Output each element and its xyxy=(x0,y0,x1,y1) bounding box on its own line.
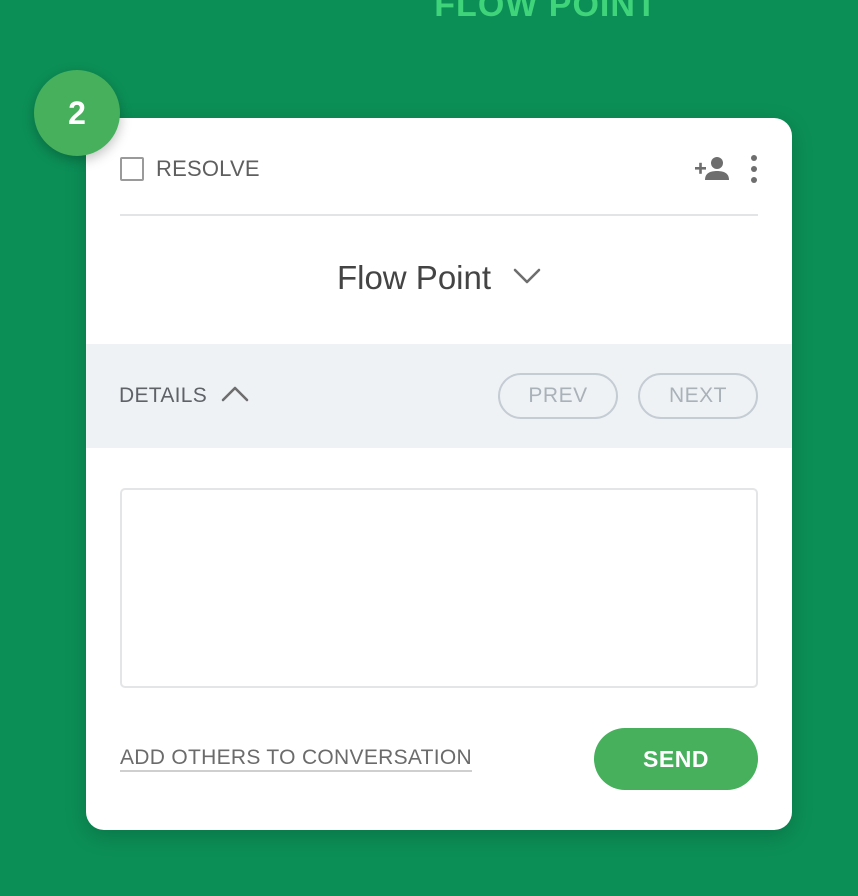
point-title: Flow Point xyxy=(336,259,492,296)
prev-button[interactable]: PREV xyxy=(498,373,618,419)
add-person-icon[interactable] xyxy=(694,155,730,183)
comment-card: RESOLVE Flow Point DETAILS PREV NEXT ADD… xyxy=(86,118,792,830)
resolve-checkbox[interactable] xyxy=(120,157,144,181)
details-toggle[interactable]: DETAILS xyxy=(119,384,249,408)
message-input[interactable] xyxy=(120,488,758,688)
header-actions xyxy=(694,154,758,184)
next-button[interactable]: NEXT xyxy=(638,373,758,419)
page-header-title: FLOW POINT xyxy=(434,0,658,24)
nav-buttons: PREV NEXT xyxy=(498,373,758,419)
resolve-label: RESOLVE xyxy=(156,156,260,181)
details-label: DETAILS xyxy=(119,384,208,407)
chevron-up-icon xyxy=(221,385,249,408)
send-button[interactable]: SEND xyxy=(594,728,758,790)
details-bar: DETAILS PREV NEXT xyxy=(86,344,792,448)
point-title-dropdown[interactable]: Flow Point xyxy=(86,248,792,308)
add-others-link[interactable]: ADD OTHERS TO CONVERSATION xyxy=(120,746,472,770)
chevron-down-icon xyxy=(513,267,541,290)
step-number-badge: 2 xyxy=(34,70,120,156)
card-header: RESOLVE xyxy=(120,144,758,216)
more-vertical-icon[interactable] xyxy=(750,154,758,184)
